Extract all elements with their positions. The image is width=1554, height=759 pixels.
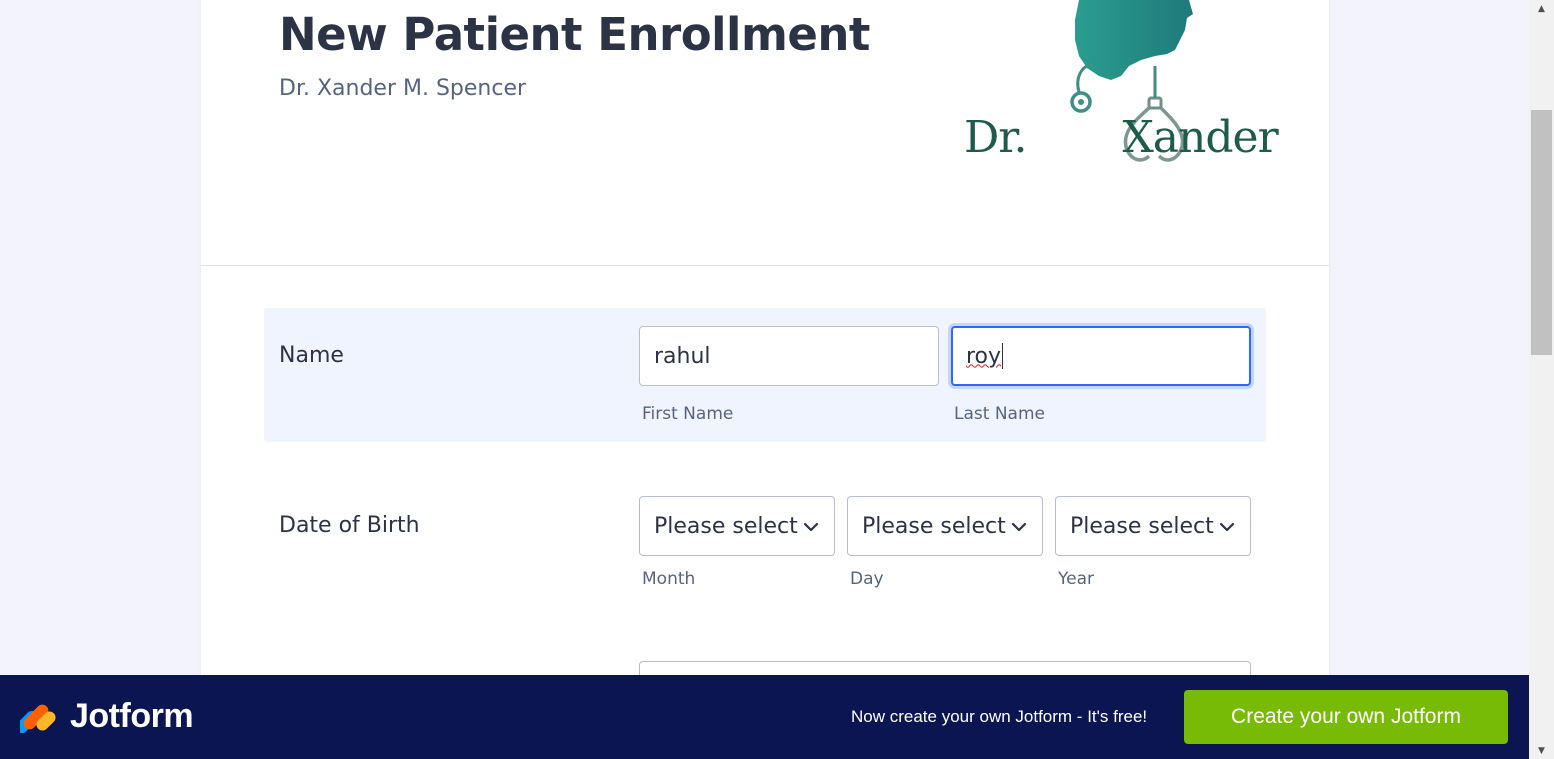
first-name-input[interactable]: rahul [639, 326, 939, 386]
name-field-row: Name rahul roy First Name Last Name [264, 308, 1266, 442]
day-sublabel: Day [850, 569, 884, 589]
day-select-value: Please select [862, 513, 1006, 539]
year-sublabel: Year [1058, 569, 1094, 589]
chevron-down-icon [1011, 522, 1027, 532]
month-sublabel: Month [642, 569, 696, 589]
last-name-sublabel: Last Name [954, 404, 1045, 424]
first-name-sublabel: First Name [642, 404, 734, 424]
day-select[interactable]: Please select [847, 496, 1043, 556]
form-card: New Patient Enrollment Dr. Xander M. Spe… [201, 0, 1329, 759]
footer-promo-text: Now create your own Jotform - It's free! [851, 707, 1148, 726]
last-name-value: roy [966, 343, 1002, 369]
form-header: New Patient Enrollment Dr. Xander M. Spe… [201, 0, 1329, 266]
first-name-value: rahul [654, 343, 711, 369]
scroll-up-icon[interactable]: ▲ [1529, 0, 1554, 17]
jotform-brand-name: Jotform [70, 697, 194, 735]
logo-wordmark: Dr. Xander [964, 112, 1279, 163]
jotform-brand[interactable]: Jotform [20, 697, 194, 736]
text-caret [1002, 343, 1004, 369]
scroll-down-icon[interactable]: ▼ [1529, 742, 1554, 759]
create-jotform-button[interactable]: Create your own Jotform [1184, 690, 1508, 744]
name-label: Name [279, 343, 344, 368]
jotform-footer-bar: Jotform Now create your own Jotform - It… [0, 675, 1529, 759]
scroll-thumb[interactable] [1531, 110, 1552, 355]
year-select-value: Please select [1070, 513, 1214, 539]
jotform-logo-icon [20, 704, 56, 733]
year-select[interactable]: Please select [1055, 496, 1251, 556]
dob-label: Date of Birth [279, 513, 420, 538]
month-select[interactable]: Please select [639, 496, 835, 556]
doctor-logo: Dr. Xander [961, 0, 1279, 175]
last-name-input[interactable]: roy [951, 326, 1251, 386]
chevron-down-icon [803, 522, 819, 532]
page-subtitle: Dr. Xander M. Spencer [279, 76, 527, 101]
page-scrollbar[interactable]: ▲ ▼ [1529, 0, 1554, 759]
chevron-down-icon [1219, 522, 1235, 532]
page-title: New Patient Enrollment [279, 8, 870, 61]
month-select-value: Please select [654, 513, 798, 539]
